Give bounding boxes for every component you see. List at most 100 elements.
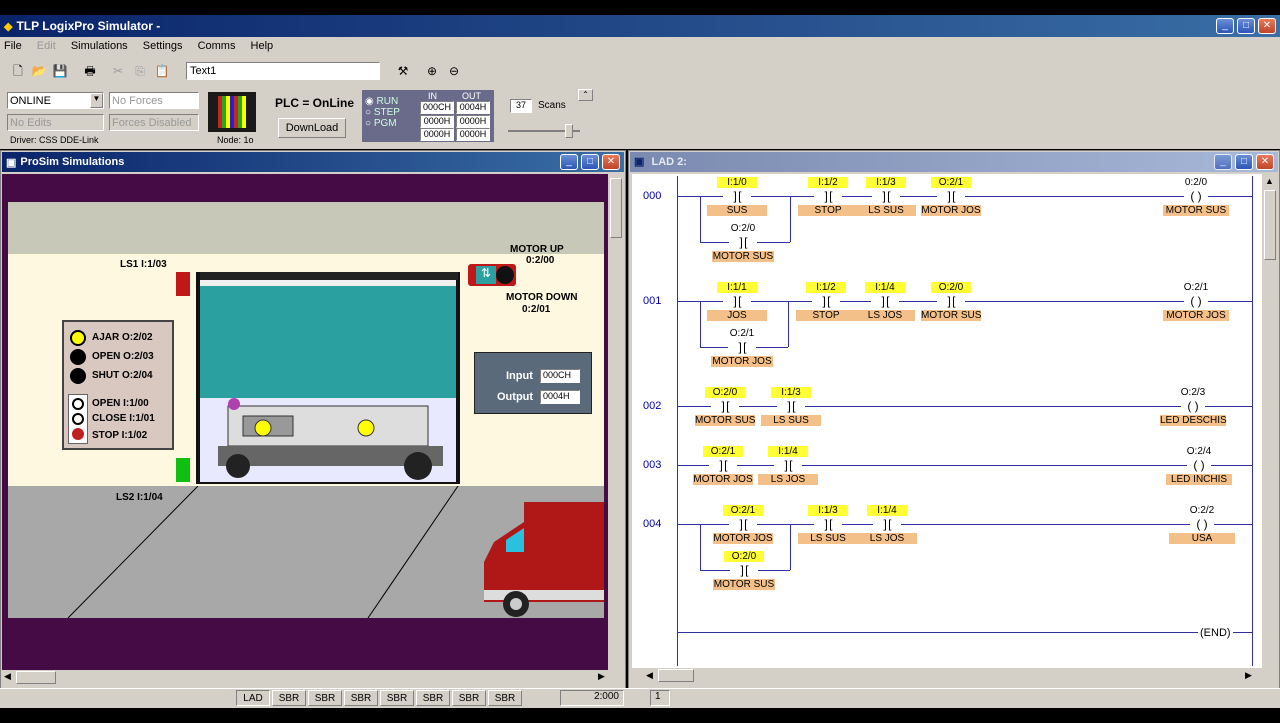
forces-select[interactable]: No Forces	[109, 92, 199, 109]
prosim-minimize-button[interactable]: _	[560, 154, 578, 170]
copy-icon[interactable]: ⎘	[130, 62, 150, 80]
close-button[interactable]: ✕	[1258, 18, 1276, 34]
chevron-down-icon[interactable]: ▼	[90, 93, 103, 108]
contact-symbol-icon[interactable]: ] [	[777, 399, 805, 413]
contact-address[interactable]: O:2/0	[931, 282, 971, 293]
maximize-button[interactable]: □	[1237, 18, 1255, 34]
contact-address[interactable]: I:1/3	[866, 177, 906, 188]
branch-contact-address[interactable]: O:2/1	[722, 328, 762, 339]
zoom-in-icon[interactable]: ⊕	[422, 62, 442, 80]
scan-slider-thumb[interactable]	[565, 124, 573, 138]
lad-scroll-left-icon[interactable]: ◀	[646, 670, 653, 681]
close-pushbutton[interactable]	[72, 413, 84, 425]
contact-symbol-icon[interactable]: ] [	[709, 458, 737, 472]
text-field[interactable]: Text1	[186, 62, 380, 80]
program-tab[interactable]: SBR 3	[272, 690, 306, 720]
tools-icon[interactable]: ⚒	[393, 62, 413, 80]
contact-symbol-icon[interactable]: ] [	[871, 294, 899, 308]
open-folder-icon[interactable]: 📂	[29, 62, 49, 80]
coil-address[interactable]: O:2/1	[1176, 282, 1216, 293]
contact-symbol-icon[interactable]: ] [	[723, 189, 751, 203]
coil-symbol-icon[interactable]: ( )	[1181, 399, 1205, 413]
zoom-out-icon[interactable]: ⊖	[444, 62, 464, 80]
minimize-button[interactable]: _	[1216, 18, 1234, 34]
coil-address[interactable]: O:2/3	[1173, 387, 1213, 398]
print-icon[interactable]: 🖶	[80, 62, 100, 80]
coil-symbol-icon[interactable]: ( )	[1184, 294, 1208, 308]
contact-symbol-icon[interactable]: ] [	[873, 517, 901, 531]
lad-hscroll-thumb[interactable]	[658, 669, 694, 682]
contact-address[interactable]: O:2/0	[705, 387, 745, 398]
save-icon[interactable]: 💾	[50, 62, 70, 80]
coil-address[interactable]: O:2/2	[1182, 505, 1222, 516]
contact-symbol-icon[interactable]: ] [	[812, 294, 840, 308]
lad-maximize-button[interactable]: □	[1235, 154, 1253, 170]
program-tab[interactable]: SBR 7	[416, 690, 450, 720]
lad-vscroll-thumb[interactable]	[1264, 190, 1276, 260]
contact-symbol-icon[interactable]: ] [	[937, 189, 965, 203]
coil-symbol-icon[interactable]: ( )	[1184, 189, 1208, 203]
cut-icon[interactable]: ✂	[108, 62, 128, 80]
contact-address[interactable]: I:1/2	[806, 282, 846, 293]
menu-help[interactable]: Help	[251, 40, 274, 52]
contact-address[interactable]: I:1/3	[771, 387, 811, 398]
paste-icon[interactable]: 📋	[152, 62, 172, 80]
contact-symbol-icon[interactable]: ] [	[937, 294, 965, 308]
prosim-vertical-scrollbar[interactable]	[608, 174, 624, 670]
contact-symbol-icon[interactable]: ] [	[711, 399, 739, 413]
prosim-hscroll-thumb[interactable]	[16, 671, 56, 684]
contact-address[interactable]: I:1/1	[717, 282, 757, 293]
menu-edit[interactable]: Edit	[37, 40, 56, 52]
forces-disabled-select[interactable]: Forces Disabled	[109, 114, 199, 131]
contact-symbol-icon[interactable]: ] [	[723, 294, 751, 308]
contact-symbol-icon[interactable]: ] [	[730, 563, 758, 577]
scroll-left-icon[interactable]: ◀	[4, 671, 11, 682]
contact-symbol-icon[interactable]: ] [	[814, 517, 842, 531]
contact-symbol-icon[interactable]: ] [	[774, 458, 802, 472]
menu-settings[interactable]: Settings	[143, 40, 183, 52]
open-pushbutton[interactable]	[72, 398, 84, 410]
branch-contact-address[interactable]: O:2/0	[723, 223, 763, 234]
contact-symbol-icon[interactable]: ] [	[729, 235, 757, 249]
contact-address[interactable]: O:2/1	[703, 446, 743, 457]
contact-address[interactable]: I:1/0	[717, 177, 757, 188]
prosim-horizontal-scrollbar[interactable]	[2, 670, 608, 686]
program-tab[interactable]: SBR 8	[452, 690, 486, 720]
contact-address[interactable]: I:1/4	[867, 505, 907, 516]
radio-run[interactable]: ◉ RUN	[365, 96, 415, 107]
coil-address[interactable]: 0:2/0	[1176, 177, 1216, 188]
program-tab[interactable]: SBR 4	[308, 690, 342, 720]
collapse-icon[interactable]: ⌃	[578, 89, 593, 101]
contact-symbol-icon[interactable]: ] [	[729, 517, 757, 531]
contact-address[interactable]: I:1/4	[768, 446, 808, 457]
lad-horizontal-scrollbar[interactable]	[632, 668, 1262, 684]
garage-door[interactable]	[200, 286, 456, 398]
prosim-vscroll-thumb[interactable]	[610, 178, 622, 238]
program-tab[interactable]: SBR 9	[488, 690, 522, 720]
prosim-maximize-button[interactable]: □	[581, 154, 599, 170]
contact-symbol-icon[interactable]: ] [	[814, 189, 842, 203]
prosim-close-button[interactable]: ✕	[602, 154, 620, 170]
radio-pgm[interactable]: ○ PGM	[365, 118, 415, 129]
lad-scroll-right-icon[interactable]: ▶	[1245, 670, 1252, 681]
radio-step[interactable]: ○ STEP	[365, 107, 415, 118]
coil-address[interactable]: O:2/4	[1179, 446, 1219, 457]
contact-address[interactable]: I:1/4	[865, 282, 905, 293]
contact-symbol-icon[interactable]: ] [	[728, 340, 756, 354]
contact-address[interactable]: I:1/2	[808, 177, 848, 188]
menu-file[interactable]: File	[4, 40, 22, 52]
download-button[interactable]: DownLoad	[278, 118, 346, 138]
contact-symbol-icon[interactable]: ] [	[872, 189, 900, 203]
coil-symbol-icon[interactable]: ( )	[1187, 458, 1211, 472]
scroll-right-icon[interactable]: ▶	[598, 671, 605, 682]
stop-pushbutton[interactable]	[72, 428, 84, 440]
program-tab[interactable]: SBR 6	[380, 690, 414, 720]
program-tab[interactable]: LAD 2	[236, 690, 270, 720]
program-tab[interactable]: SBR 5	[344, 690, 378, 720]
contact-address[interactable]: O:2/1	[723, 505, 763, 516]
lad-minimize-button[interactable]: _	[1214, 154, 1232, 170]
edits-select[interactable]: No Edits	[7, 114, 104, 131]
menu-comms[interactable]: Comms	[198, 40, 236, 52]
coil-symbol-icon[interactable]: ( )	[1190, 517, 1214, 531]
contact-address[interactable]: I:1/3	[808, 505, 848, 516]
